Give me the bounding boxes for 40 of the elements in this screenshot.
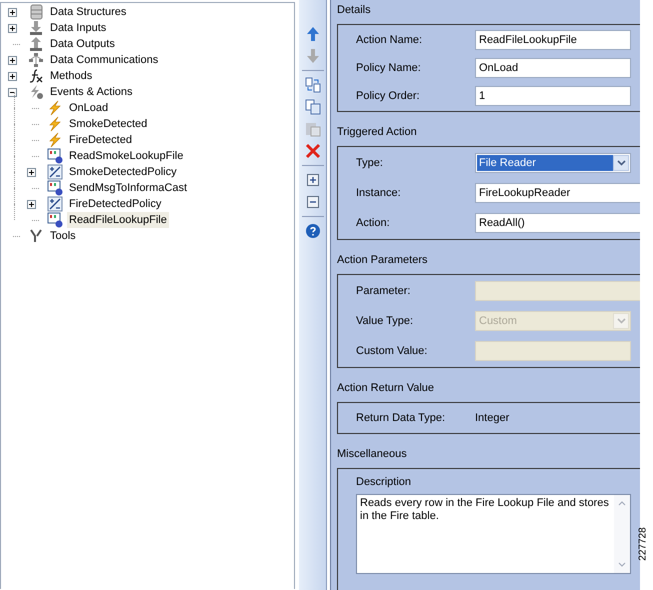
input-field[interactable]: ReadFileLookupFile [475,30,631,50]
tree-item[interactable]: SmokeDetected [67,116,150,132]
input-field[interactable]: OnLoad [475,58,631,78]
description-field[interactable]: Reads every row in the Fire Lookup File and stores in the Fire table. [356,494,631,574]
tree-item[interactable]: Data Communications [48,52,160,68]
field-label: Description [356,475,412,490]
field-label: Policy Order: [356,90,421,102]
tree-item[interactable]: Events & Actions [48,84,135,100]
field-label: Parameter: [356,285,412,297]
input-field[interactable]: ReadAll() [475,213,640,233]
tree-item[interactable]: Data Structures [48,4,128,20]
section-title: Action Parameters [337,253,428,267]
field-label: Instance: [356,187,402,199]
field-label: Custom Value: [356,345,428,357]
field-label: Action Name: [356,34,424,46]
tree-item[interactable]: FireDetected [67,132,134,148]
tree-item[interactable]: Methods [48,68,94,84]
dropdown[interactable]: File Reader [475,153,631,173]
field-label: Value Type: [356,315,414,327]
tree-item[interactable]: Tools [48,228,78,244]
figure-number: 227728 [638,527,650,561]
section-title: Action Return Value [337,381,436,395]
tree-item[interactable]: ReadSmokeLookupFile [67,148,186,164]
tree-item[interactable]: OnLoad [67,100,110,116]
field-label: Action: [356,217,391,229]
section-title: Triggered Action [337,125,418,139]
tree-item[interactable]: SendMsgToInformaCast [67,180,189,196]
tree-item[interactable]: FireDetectedPolicy [67,196,164,212]
section-title: Details [337,3,372,17]
tree-item[interactable]: ReadFileLookupFile [67,212,169,228]
input-field[interactable]: FireLookupReader [475,183,640,203]
input-field[interactable]: 1 [475,86,631,106]
field-value: Integer [475,412,510,424]
tree-item[interactable]: SmokeDetectedPolicy [67,164,179,180]
field-label: Policy Name: [356,62,422,74]
field-label: Type: [356,157,384,169]
section-title: Miscellaneous [337,447,408,461]
tree-item[interactable]: Data Inputs [48,20,108,36]
field-label: Return Data Type: [356,412,446,424]
tree-item[interactable]: Data Outputs [48,36,117,52]
